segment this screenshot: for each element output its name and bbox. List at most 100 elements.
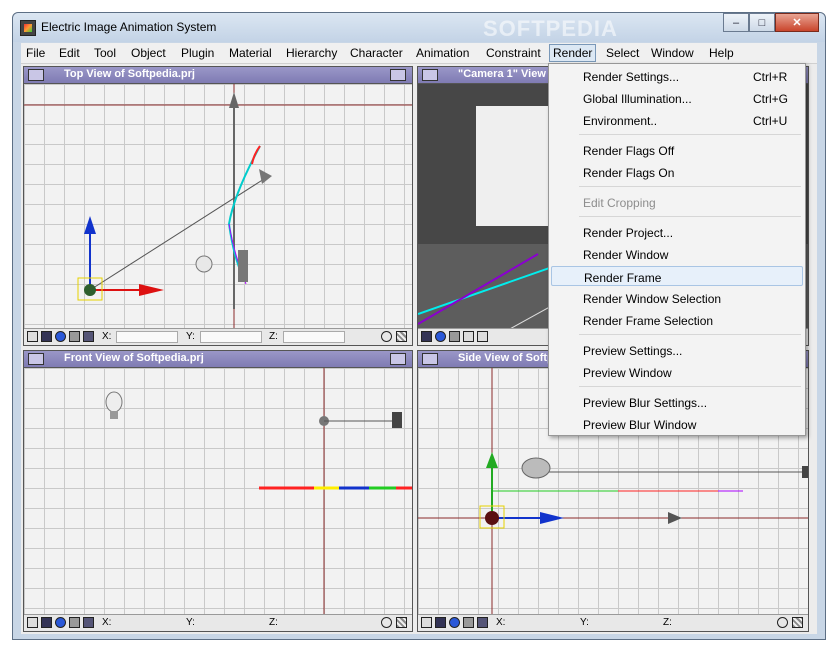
viewport-menu-icon[interactable] [28, 69, 44, 81]
menu-item-render-flags-on[interactable]: Render Flags On [551, 162, 803, 182]
viewport-statusbar: X: Y: Z: [418, 614, 808, 631]
viewport-statusbar: X: Y: Z: [24, 328, 412, 345]
menu-hierarchy[interactable]: Hierarchy [283, 45, 340, 61]
viewport-menu-icon[interactable] [422, 69, 438, 81]
y-field[interactable] [200, 331, 262, 343]
menu-separator [579, 386, 801, 387]
menu-item-preview-window[interactable]: Preview Window [551, 362, 803, 382]
softpedia-watermark: SOFTPEDIA [483, 16, 618, 41]
menu-item-render-settings[interactable]: Render Settings... Ctrl+R [551, 66, 803, 86]
top-view-scene [24, 84, 412, 330]
menu-item-global-illumination[interactable]: Global Illumination... Ctrl+G [551, 88, 803, 108]
menu-item-render-window-selection[interactable]: Render Window Selection [551, 288, 803, 308]
menu-material[interactable]: Material [226, 45, 275, 61]
render-menu-dropdown: Render Settings... Ctrl+R Global Illumina… [548, 63, 806, 436]
sphere-icon[interactable] [449, 617, 460, 628]
viewport-menu-icon[interactable] [422, 353, 438, 365]
menu-separator [579, 186, 801, 187]
safe-frame-icon[interactable] [477, 331, 488, 342]
menu-separator [579, 134, 801, 135]
x-label: X: [496, 617, 506, 628]
magnifier-icon[interactable] [381, 331, 392, 342]
y-label: Y: [580, 617, 589, 628]
menu-item-preview-settings[interactable]: Preview Settings... [551, 340, 803, 360]
menu-item-render-project[interactable]: Render Project... [551, 222, 803, 242]
menu-window[interactable]: Window [648, 45, 697, 61]
app-icon[interactable] [20, 20, 36, 36]
sphere-icon[interactable] [55, 617, 66, 628]
menu-plugin[interactable]: Plugin [178, 45, 217, 61]
viewport-maximize-icon[interactable] [390, 353, 406, 365]
camera-icon[interactable] [69, 331, 80, 342]
viewport-statusbar: X: Y: Z: [24, 614, 412, 631]
menu-tool[interactable]: Tool [91, 45, 119, 61]
render-icon[interactable] [83, 617, 94, 628]
sphere-icon[interactable] [435, 331, 446, 342]
z-label: Z: [663, 617, 672, 628]
menu-item-preview-blur-settings[interactable]: Preview Blur Settings... [551, 392, 803, 412]
x-field[interactable] [116, 331, 178, 343]
top-viewport[interactable]: Top View of Softpedia.prj X: Y: Z: [23, 66, 413, 346]
viewport-maximize-icon[interactable] [390, 69, 406, 81]
axis-icon[interactable] [27, 617, 38, 628]
front-view-scene [105, 368, 412, 616]
menu-separator [579, 334, 801, 335]
menu-render[interactable]: Render [549, 44, 597, 62]
camera-icon[interactable] [463, 617, 474, 628]
resize-grip-icon[interactable] [396, 617, 407, 628]
menu-object[interactable]: Object [128, 45, 169, 61]
menu-select[interactable]: Select [603, 45, 642, 61]
menu-constraint[interactable]: Constraint [483, 45, 544, 61]
camera-icon[interactable] [449, 331, 460, 342]
z-field[interactable] [283, 331, 345, 343]
menu-help[interactable]: Help [706, 45, 737, 61]
menu-item-render-window[interactable]: Render Window [551, 244, 803, 264]
z-label: Z: [269, 617, 278, 628]
film-icon[interactable] [421, 331, 432, 342]
viewport-title: Top View of Softpedia.prj [64, 68, 195, 80]
viewport-title: Front View of Softpedia.prj [64, 352, 204, 364]
y-label: Y: [186, 617, 195, 628]
render-icon[interactable] [83, 331, 94, 342]
menu-item-environment[interactable]: Environment.. Ctrl+U [551, 110, 803, 130]
x-label: X: [102, 331, 112, 342]
front-viewport[interactable]: Front View of Softpedia.prj X: Y: Z: [23, 350, 413, 632]
x-label: X: [102, 617, 112, 628]
viewport-titlebar[interactable]: Front View of Softpedia.prj [24, 351, 412, 368]
menu-bar: File Edit Tool Object Plugin Material Hi… [21, 43, 817, 64]
axis-icon[interactable] [421, 617, 432, 628]
y-label: Y: [186, 331, 195, 342]
close-button[interactable]: ✕ [775, 13, 819, 32]
sphere-icon[interactable] [55, 331, 66, 342]
axis-icon[interactable] [27, 331, 38, 342]
menu-file[interactable]: File [23, 45, 48, 61]
title-bar[interactable]: Electric Image Animation System SOFTPEDI… [13, 13, 825, 42]
maximize-button[interactable]: □ [749, 13, 775, 32]
menu-separator [579, 216, 801, 217]
menu-item-render-flags-off[interactable]: Render Flags Off [551, 140, 803, 160]
magnifier-icon[interactable] [777, 617, 788, 628]
film-icon[interactable] [435, 617, 446, 628]
resize-grip-icon[interactable] [792, 617, 803, 628]
menu-item-render-frame-selection[interactable]: Render Frame Selection [551, 310, 803, 330]
viewport-titlebar[interactable]: Top View of Softpedia.prj [24, 67, 412, 84]
film-icon[interactable] [41, 617, 52, 628]
menu-item-preview-blur-window[interactable]: Preview Blur Window [551, 414, 803, 434]
film-icon[interactable] [41, 331, 52, 342]
menu-item-render-frame[interactable]: Render Frame [551, 266, 803, 286]
window-title: Electric Image Animation System [41, 20, 217, 34]
front-view-canvas[interactable] [24, 368, 412, 616]
viewport-title: "Camera 1" View [458, 68, 546, 80]
z-label: Z: [269, 331, 278, 342]
frame-icon[interactable] [463, 331, 474, 342]
render-icon[interactable] [477, 617, 488, 628]
minimize-button[interactable]: – [723, 13, 749, 32]
menu-character[interactable]: Character [347, 45, 406, 61]
camera-icon[interactable] [69, 617, 80, 628]
menu-animation[interactable]: Animation [413, 45, 472, 61]
menu-edit[interactable]: Edit [56, 45, 83, 61]
resize-grip-icon[interactable] [396, 331, 407, 342]
top-view-canvas[interactable] [24, 84, 412, 330]
magnifier-icon[interactable] [381, 617, 392, 628]
viewport-menu-icon[interactable] [28, 353, 44, 365]
